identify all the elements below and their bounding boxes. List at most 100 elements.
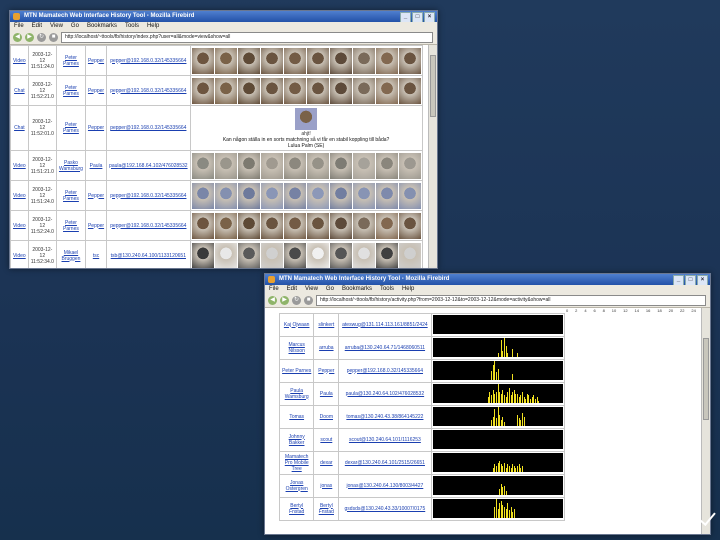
- video-thumbnail[interactable]: [375, 47, 398, 74]
- user-link[interactable]: Peter Parnes: [63, 85, 79, 97]
- video-thumbnail[interactable]: [398, 77, 421, 104]
- forward-icon[interactable]: ▶: [280, 296, 289, 305]
- host-link[interactable]: Paula: [90, 163, 103, 169]
- maximize-button[interactable]: □: [685, 275, 696, 285]
- video-thumbnail[interactable]: [237, 212, 260, 239]
- host-link[interactable]: Pepper: [88, 88, 104, 94]
- video-thumbnail[interactable]: [237, 242, 260, 268]
- menu-item[interactable]: File: [269, 285, 279, 294]
- host-link[interactable]: Pepper: [88, 193, 104, 199]
- scrollbar[interactable]: [428, 45, 437, 268]
- video-thumbnail[interactable]: [329, 152, 352, 179]
- host-link[interactable]: Doom: [320, 414, 333, 420]
- video-thumbnail[interactable]: [260, 212, 283, 239]
- video-thumbnail[interactable]: [237, 152, 260, 179]
- video-thumbnail[interactable]: [306, 152, 329, 179]
- video-thumbnail[interactable]: [398, 47, 421, 74]
- host-link[interactable]: dexar: [320, 460, 333, 466]
- user-link[interactable]: Bertyl Fnstad: [289, 503, 304, 515]
- video-thumbnail[interactable]: [214, 47, 237, 74]
- user-link[interactable]: Mikael Bruggen: [62, 250, 81, 262]
- video-thumbnail[interactable]: [329, 182, 352, 209]
- user-link[interactable]: Peter Parnes: [282, 368, 311, 374]
- video-thumbnail[interactable]: [191, 212, 214, 239]
- session-link[interactable]: pepper@192.168.0.32/145335664: [110, 58, 186, 64]
- video-thumbnail[interactable]: [306, 47, 329, 74]
- user-link[interactable]: Tomas: [289, 414, 304, 420]
- host-link[interactable]: Pepper: [88, 223, 104, 229]
- video-thumbnail[interactable]: [398, 242, 421, 268]
- host-link[interactable]: Pepper: [88, 58, 104, 64]
- user-link[interactable]: Peter Parnes: [63, 220, 79, 232]
- type-link[interactable]: Chat: [14, 125, 25, 131]
- menu-item[interactable]: Help: [147, 22, 159, 31]
- user-link[interactable]: Paula Wamsburg: [285, 388, 309, 400]
- user-link[interactable]: Peter Parnes: [63, 122, 79, 134]
- video-thumbnail[interactable]: [237, 182, 260, 209]
- video-thumbnail[interactable]: [306, 77, 329, 104]
- video-thumbnail[interactable]: [329, 212, 352, 239]
- video-thumbnail[interactable]: [329, 77, 352, 104]
- video-thumbnail[interactable]: [283, 47, 306, 74]
- video-thumbnail[interactable]: [283, 182, 306, 209]
- type-link[interactable]: Video: [13, 163, 26, 169]
- menu-item[interactable]: Help: [402, 285, 414, 294]
- video-thumbnail[interactable]: [398, 152, 421, 179]
- session-link[interactable]: pepper@192.168.0.32/145335664: [110, 193, 186, 199]
- maximize-button[interactable]: □: [412, 12, 423, 22]
- back-icon[interactable]: ◀: [13, 33, 22, 42]
- video-thumbnail[interactable]: [214, 182, 237, 209]
- type-link[interactable]: Chat: [14, 88, 25, 94]
- video-thumbnail[interactable]: [352, 152, 375, 179]
- minimize-button[interactable]: _: [400, 12, 411, 22]
- scrollbar[interactable]: [701, 308, 710, 534]
- menu-item[interactable]: View: [50, 22, 63, 31]
- host-link[interactable]: Bertyl Fnstad: [319, 503, 334, 515]
- forward-icon[interactable]: ▶: [25, 33, 34, 42]
- user-link[interactable]: Peter Parnes: [63, 55, 79, 67]
- video-thumbnail[interactable]: [352, 212, 375, 239]
- video-thumbnail[interactable]: [191, 182, 214, 209]
- video-thumbnail[interactable]: [283, 152, 306, 179]
- video-thumbnail[interactable]: [260, 152, 283, 179]
- type-link[interactable]: Video: [13, 223, 26, 229]
- reload-icon[interactable]: ↻: [292, 296, 301, 305]
- host-link[interactable]: Pepper: [88, 125, 104, 131]
- video-thumbnail[interactable]: [329, 242, 352, 268]
- session-link[interactable]: pepper@192.168.0.32/145335664: [110, 125, 186, 131]
- user-link[interactable]: Marcus Nilsson: [288, 342, 304, 354]
- session-link[interactable]: scout@130.240.64.101/1116253: [349, 437, 421, 443]
- session-link[interactable]: tomas@130.240.43.38/864145222: [346, 414, 423, 420]
- user-link[interactable]: Kaj Ojwaan: [284, 322, 310, 328]
- minimize-button[interactable]: _: [673, 275, 684, 285]
- session-link[interactable]: ateswug@131.114.113.161/8851/2424: [342, 322, 428, 328]
- menu-item[interactable]: Bookmarks: [342, 285, 372, 294]
- session-link[interactable]: jonas@130.240.64.130/8003/4427: [346, 483, 423, 489]
- video-thumbnail[interactable]: [214, 152, 237, 179]
- menu-item[interactable]: Edit: [32, 22, 42, 31]
- type-link[interactable]: Video: [13, 58, 26, 64]
- video-thumbnail[interactable]: [306, 212, 329, 239]
- video-thumbnail[interactable]: [214, 242, 237, 268]
- menu-item[interactable]: Tools: [125, 22, 139, 31]
- host-link[interactable]: tsc: [93, 253, 99, 259]
- video-thumbnail[interactable]: [375, 182, 398, 209]
- video-thumbnail[interactable]: [237, 77, 260, 104]
- video-thumbnail[interactable]: [306, 182, 329, 209]
- video-thumbnail[interactable]: [260, 47, 283, 74]
- close-button[interactable]: ×: [424, 12, 435, 22]
- video-thumbnail[interactable]: [352, 182, 375, 209]
- type-link[interactable]: Video: [13, 193, 26, 199]
- video-thumbnail[interactable]: [260, 182, 283, 209]
- video-thumbnail[interactable]: [191, 152, 214, 179]
- menu-item[interactable]: Bookmarks: [87, 22, 117, 31]
- video-thumbnail[interactable]: [375, 242, 398, 268]
- video-thumbnail[interactable]: [237, 47, 260, 74]
- user-link[interactable]: Jonas Ostergren: [286, 480, 308, 492]
- host-link[interactable]: Paula: [320, 391, 333, 397]
- video-thumbnail[interactable]: [283, 77, 306, 104]
- menu-item[interactable]: Go: [326, 285, 334, 294]
- host-link[interactable]: Pepper: [318, 368, 334, 374]
- address-bar[interactable]: http://localhost/~ttools/fb/history/acti…: [316, 295, 706, 306]
- video-thumbnail[interactable]: [191, 242, 214, 268]
